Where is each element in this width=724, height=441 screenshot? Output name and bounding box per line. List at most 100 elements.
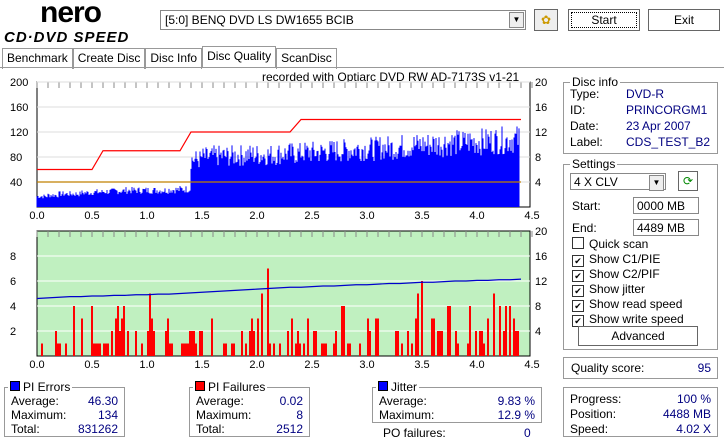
checkbox-box[interactable]: ✔	[572, 285, 584, 297]
pif-bar	[287, 331, 289, 356]
pif-bar	[411, 343, 413, 356]
pif-bar	[455, 331, 457, 356]
pif-bar	[375, 318, 377, 356]
pif-bar	[151, 318, 153, 356]
pif-bar	[201, 331, 203, 356]
cd-dvd-speed-logo: CD·DVD SPEED	[4, 29, 130, 46]
top-right-tick: 16	[535, 102, 547, 114]
pif-bar	[97, 343, 99, 356]
refresh-icon[interactable]: ⟳	[678, 171, 698, 191]
chevron-down-icon[interactable]: ▼	[649, 175, 664, 191]
tab-disc-quality[interactable]: Disc Quality	[202, 46, 277, 67]
progress-group: Progress: 100 % Position: 4488 MB Speed: 4.…	[563, 387, 718, 437]
pif-bar	[433, 318, 435, 356]
tab-disc-info[interactable]: Disc Info	[145, 48, 203, 69]
pif-bar	[253, 331, 255, 356]
pif-bar	[231, 343, 233, 356]
pif-bar	[105, 343, 107, 356]
pif-bar	[359, 343, 361, 356]
pif-bar	[303, 343, 305, 356]
bottom-x-tick: 0.0	[29, 359, 44, 370]
bottom-right-tick: 4	[535, 326, 541, 338]
pif-bar	[107, 343, 109, 356]
advanced-button[interactable]: Advanced	[578, 326, 698, 346]
pif-avg-value: 0.02	[279, 394, 303, 408]
start-input[interactable]: 0000 MB	[633, 197, 699, 214]
pie-legend-swatch	[10, 381, 20, 391]
checkbox-show-c2-pif[interactable]: ✔ Show C2/PIF	[572, 267, 684, 282]
checkbox-show-read-speed[interactable]: ✔ Show read speed	[572, 297, 684, 312]
jitter-avg-label: Average:	[379, 394, 427, 408]
checkbox-box[interactable]: ✔	[572, 270, 584, 282]
pif-bar	[149, 293, 151, 356]
pif-bar	[505, 306, 507, 356]
speed-readout: 4.02 X	[676, 422, 711, 436]
jitter-group: Jitter Average: 9.83 % Maximum: 12.9 %	[372, 380, 542, 423]
po-failures-value: 0	[524, 426, 531, 440]
pif-bar	[335, 331, 337, 356]
tab-create-disc[interactable]: Create Disc	[72, 48, 146, 69]
pif-bar	[181, 343, 183, 356]
bottom-x-tick: 0.5	[84, 359, 99, 370]
pif-bar	[479, 331, 481, 356]
pie-max-label: Maximum:	[11, 408, 67, 422]
pif-bar	[123, 306, 125, 356]
id-value: PRINCORGM1	[626, 103, 708, 117]
pif-bar	[395, 331, 397, 356]
tab-benchmark[interactable]: Benchmark	[2, 48, 73, 69]
pif-bar	[115, 318, 117, 356]
pif-bar	[93, 343, 95, 356]
pif-bar	[421, 281, 423, 356]
pif-bar	[377, 318, 379, 356]
pif-bar	[193, 331, 195, 356]
position-label: Position:	[570, 407, 617, 421]
speed-select[interactable]: 4 X CLV ▼	[570, 173, 666, 191]
end-label: End:	[572, 221, 597, 235]
progress-label: Progress:	[570, 392, 622, 406]
end-input[interactable]: 4489 MB	[633, 219, 699, 236]
checkbox-show-jitter[interactable]: ✔ Show jitter	[572, 282, 684, 297]
tab-scandisc[interactable]: ScanDisc	[276, 48, 337, 69]
top-x-tick: 0.0	[29, 210, 44, 222]
pif-bar	[91, 306, 93, 356]
pif-bar	[65, 343, 67, 356]
chevron-down-icon[interactable]: ▼	[509, 12, 524, 28]
quality-score-label: Quality score:	[571, 361, 645, 375]
pif-bar	[295, 343, 297, 356]
start-button[interactable]: Start	[568, 9, 640, 31]
pif-max-label: Maximum:	[196, 408, 252, 422]
pif-bar	[349, 343, 351, 356]
pif-total-label: Total:	[196, 422, 225, 436]
pif-avg-label: Average:	[196, 394, 244, 408]
jitter-max-label: Maximum:	[379, 408, 435, 422]
pif-max-value: 8	[296, 408, 303, 422]
exit-button[interactable]: Exit	[648, 9, 720, 31]
checkbox-box[interactable]: ✔	[572, 255, 584, 267]
bottom-left-tick: 4	[10, 301, 16, 313]
pif-bar	[117, 306, 119, 356]
pi-errors-title: PI Errors	[23, 380, 71, 394]
pif-bar	[299, 343, 301, 356]
checkbox-show-write-speed[interactable]: ✔ Show write speed	[572, 312, 684, 327]
pif-bar	[141, 343, 143, 356]
speed-label: Speed:	[570, 422, 609, 436]
pif-bar	[153, 331, 155, 356]
pif-legend-swatch	[195, 381, 205, 391]
pif-bar	[233, 343, 235, 356]
type-label: Type:	[570, 87, 600, 101]
checkbox-show-c1-pie[interactable]: ✔ Show C1/PIE	[572, 252, 684, 267]
bottom-x-tick: 2.0	[249, 359, 264, 370]
checkbox-quick-scan[interactable]: Quick scan	[572, 237, 684, 252]
pif-bar	[245, 343, 247, 356]
drive-select[interactable]: [5:0] BENQ DVD LS DW1655 BCIB ▼	[160, 10, 526, 30]
pif-bar	[171, 343, 173, 356]
checkbox-box[interactable]	[572, 237, 584, 249]
pif-bar	[199, 331, 201, 356]
bottom-x-tick: 4.5	[524, 359, 539, 370]
pif-bar	[475, 331, 477, 356]
pif-bar	[291, 318, 293, 356]
charts: 200 160 120 80 40 20 16 12 8 4 0.0 0.5 1.0 1.5 2.0 2.5 3…	[10, 77, 547, 370]
disc-info-group: Disc info Type: DVD-R ID: PRINCORGM1 Date:…	[563, 75, 718, 154]
checkbox-box[interactable]: ✔	[572, 300, 584, 312]
settings-icon[interactable]: ✿	[534, 9, 558, 31]
